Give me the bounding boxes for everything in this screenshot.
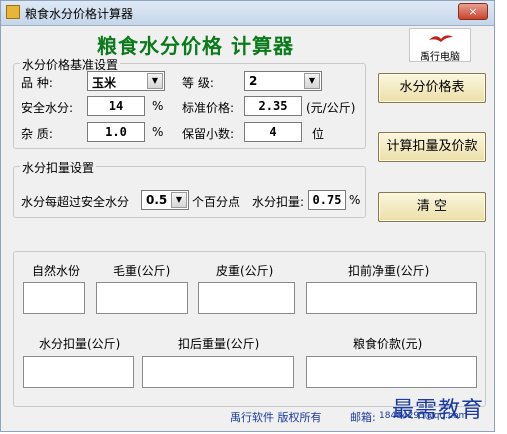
grade-value: 2 (249, 74, 258, 88)
weight-after-output[interactable] (142, 356, 294, 388)
moisture-deduct-unit: % (349, 193, 361, 207)
impurity-unit: % (152, 125, 164, 139)
calculate-button[interactable]: 计算扣量及价款 (378, 132, 486, 162)
chevron-down-icon[interactable]: ▼ (304, 73, 320, 89)
standard-price-input[interactable]: 2.35 (244, 96, 302, 116)
impurity-input[interactable]: 1.0 (87, 122, 145, 142)
standard-price-unit: (元/公斤) (306, 101, 356, 115)
gross-weight-label: 毛重(公斤) (113, 264, 171, 278)
grade-label: 等 级: (182, 76, 214, 90)
chevron-down-icon[interactable]: ▼ (171, 192, 187, 208)
watermark: 最需教育 (392, 398, 485, 423)
safe-moisture-unit: % (152, 99, 164, 113)
copyright-text: 禹行软件 版权所有 (230, 411, 322, 424)
grain-payment-label: 粮食价款(元) (353, 337, 423, 351)
per-point-label: 水分每超过安全水分 (21, 195, 130, 209)
title-bar: 粮食水分价格计算器 × (1, 1, 494, 26)
net-before-label: 扣前净重(公斤) (348, 264, 430, 278)
net-before-output[interactable] (306, 282, 477, 314)
page-title: 粮食水分价格 计算器 (97, 34, 294, 58)
standard-price-label: 标准价格: (182, 101, 235, 115)
variety-select[interactable]: 玉米 ▼ (87, 71, 165, 91)
moisture-deduct-input[interactable]: 0.75 (308, 190, 346, 210)
tare-weight-label: 皮重(公斤) (216, 264, 274, 278)
app-icon (6, 5, 20, 19)
moisture-deduct-output[interactable] (23, 356, 134, 388)
deduction-settings-title: 水分扣量设置 (20, 159, 97, 176)
logo-text: 禹行电脑 (420, 52, 460, 63)
window-title: 粮食水分价格计算器 (25, 7, 134, 21)
variety-value: 玉米 (92, 76, 117, 90)
per-point-value: 0.5 (146, 193, 168, 207)
email-label: 邮箱: (350, 411, 376, 424)
bird-logo-icon (429, 35, 453, 42)
decimals-unit: 位 (312, 127, 325, 141)
impurity-label: 杂 质: (21, 127, 53, 141)
decimals-label: 保留小数: (182, 127, 235, 141)
weight-after-label: 扣后重量(公斤) (178, 337, 260, 351)
grain-payment-output[interactable] (306, 356, 477, 388)
close-button[interactable]: × (458, 3, 488, 20)
app-window: 粮食水分价格计算器 × 粮食水分价格 计算器 禹行电脑 水分价格基准设置 品 种… (0, 0, 495, 432)
safe-moisture-label: 安全水分: (21, 101, 74, 115)
decimals-input[interactable]: 4 (244, 122, 302, 142)
tare-weight-input[interactable] (198, 282, 295, 314)
price-table-button[interactable]: 水分价格表 (378, 73, 486, 103)
grade-select[interactable]: 2 ▼ (244, 71, 322, 91)
logo: 禹行电脑 (409, 28, 471, 63)
natural-moisture-output[interactable] (23, 282, 85, 314)
per-point-unit: 个百分点 (192, 195, 241, 209)
variety-label: 品 种: (21, 76, 53, 90)
moisture-deduct-label: 水分扣量: (252, 195, 305, 209)
safe-moisture-input[interactable]: 14 (87, 96, 145, 116)
per-point-select[interactable]: 0.5 ▼ (141, 190, 189, 210)
clear-button[interactable]: 清 空 (378, 192, 486, 222)
moisture-deduct-result-label: 水分扣量(公斤) (39, 337, 121, 351)
gross-weight-input[interactable] (96, 282, 188, 314)
chevron-down-icon[interactable]: ▼ (147, 73, 163, 89)
natural-moisture-label: 自然水份 (32, 264, 81, 278)
